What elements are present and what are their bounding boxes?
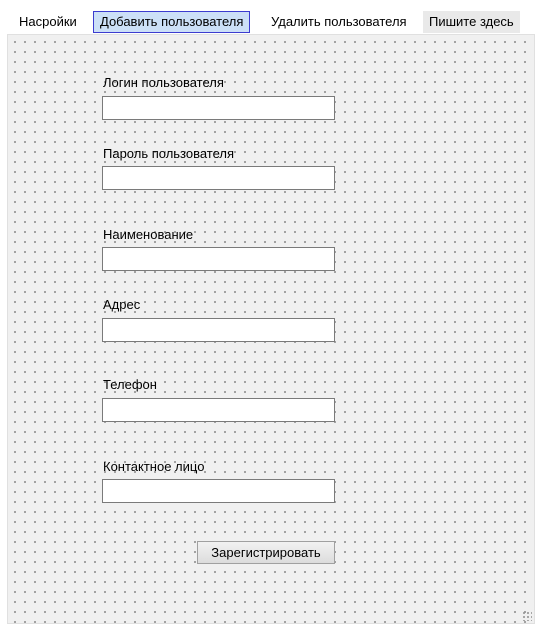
contact-person-input[interactable]: [102, 479, 335, 503]
register-button[interactable]: Зарегистрировать: [197, 541, 335, 564]
login-label: Логин пользователя: [103, 75, 224, 90]
phone-label: Телефон: [103, 377, 157, 392]
phone-input[interactable]: [102, 398, 335, 422]
address-label: Адрес: [103, 297, 141, 312]
address-input[interactable]: [102, 318, 335, 342]
password-input[interactable]: [102, 166, 335, 190]
menu-item-add-user[interactable]: Добавить пользователя: [93, 11, 251, 33]
password-label: Пароль пользователя: [103, 146, 235, 161]
name-label: Наименование: [103, 227, 194, 242]
name-input[interactable]: [102, 247, 335, 271]
menu-item-delete-user[interactable]: Удалить пользователя: [265, 11, 413, 33]
login-input[interactable]: [102, 96, 335, 120]
menu-bar: Насройки Добавить пользователя Удалить п…: [0, 0, 544, 34]
menu-item-settings[interactable]: Насройки: [13, 11, 83, 33]
contact-person-label: Контактное лицо: [103, 459, 205, 474]
resize-grip[interactable]: [522, 611, 532, 621]
menu-item-type-here[interactable]: Пишите здесь: [423, 11, 520, 33]
